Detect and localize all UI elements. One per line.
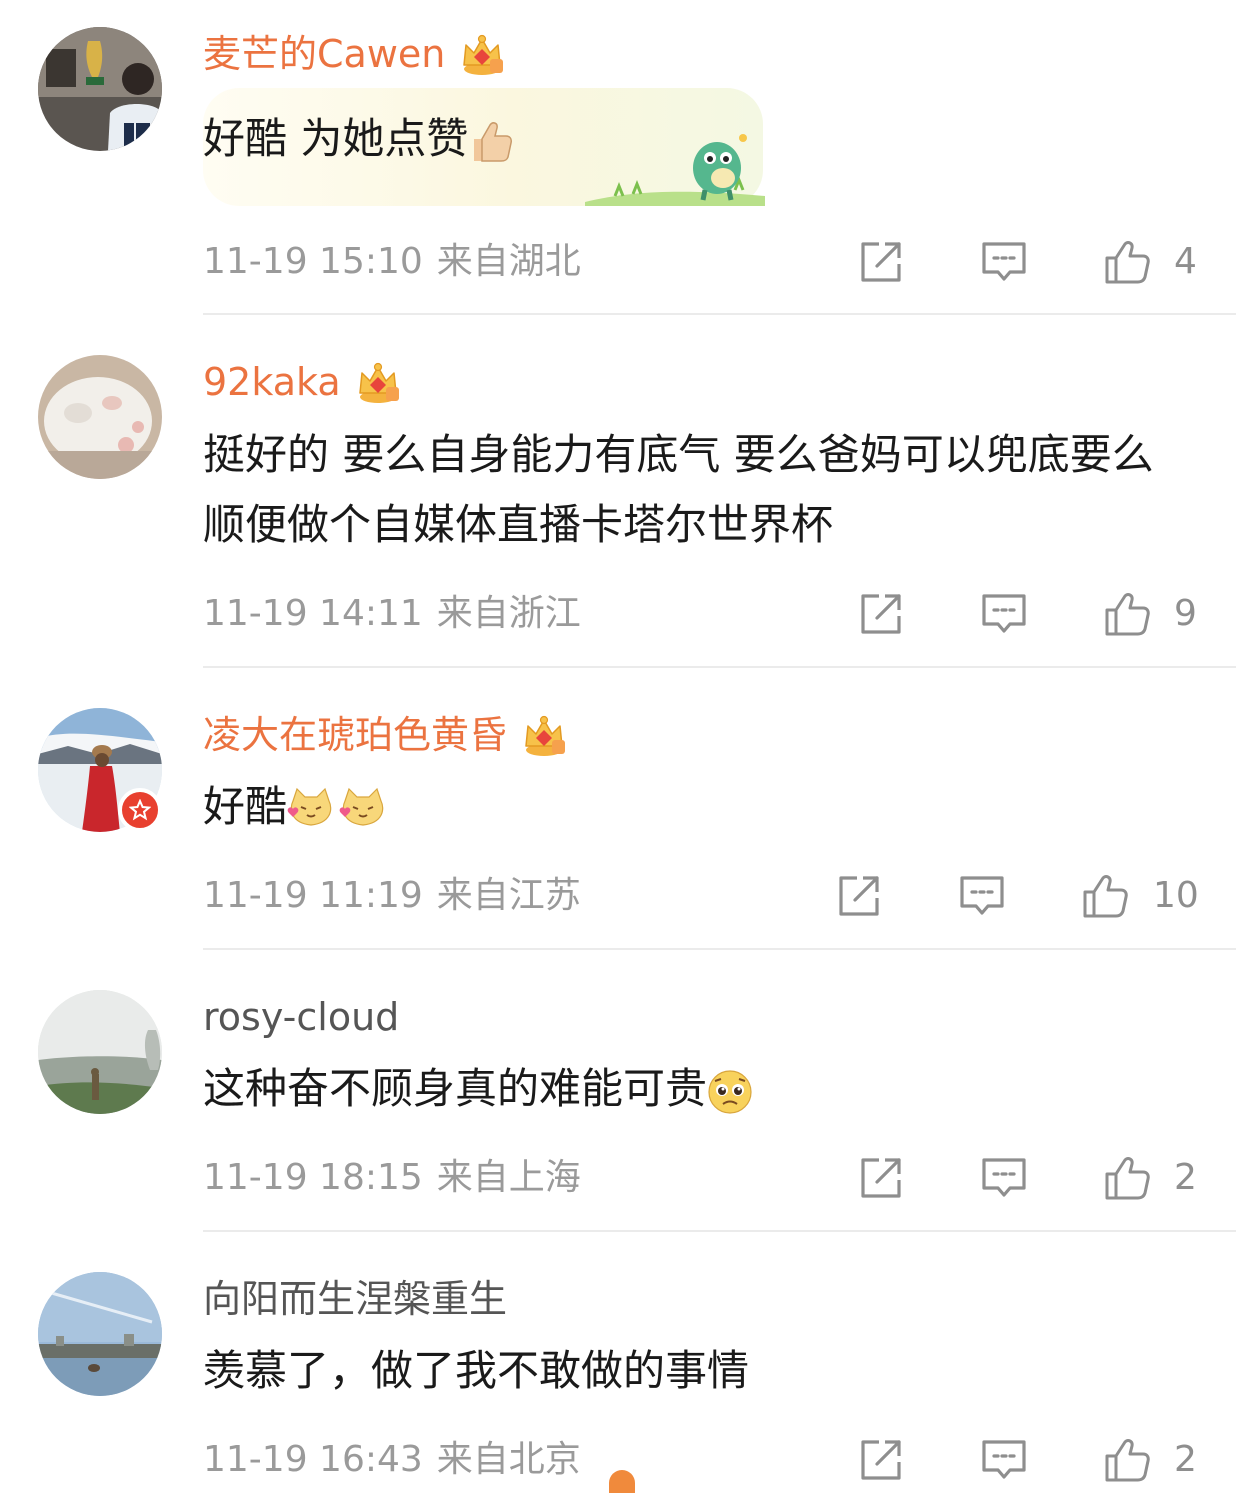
username[interactable]: 麦芒的Cawen (203, 27, 445, 81)
comment-location: 来自北京 (436, 1439, 581, 1480)
comment-location: 来自江苏 (436, 875, 581, 916)
reply-comment-icon[interactable] (980, 590, 1028, 638)
repost-icon[interactable] (835, 872, 883, 920)
username[interactable]: 92kaka (203, 355, 341, 409)
repost-icon[interactable] (857, 1436, 905, 1484)
thumbs-up-emoji-icon (474, 121, 513, 162)
like-count: 2 (1174, 1439, 1197, 1480)
comment-location: 来自浙江 (436, 593, 581, 634)
comment-time: 11-19 14:11 来自浙江 (203, 593, 581, 634)
vip-crown-icon (521, 712, 567, 758)
vip-crown-icon (459, 31, 505, 77)
pleading-face-emoji-icon (708, 1069, 752, 1114)
like-count: 10 (1153, 875, 1199, 916)
comment-text: 好酷 (203, 772, 1183, 842)
divider (203, 313, 1236, 315)
comment-location: 来自湖北 (436, 241, 581, 282)
scroll-indicator (609, 1470, 635, 1493)
username[interactable]: rosy-cloud (203, 990, 399, 1044)
like-thumb-icon[interactable] (1103, 238, 1151, 286)
reply-comment-icon[interactable] (980, 1154, 1028, 1202)
comment-meta: 11-19 15:10 来自湖北 4 (0, 232, 1236, 292)
comment-meta: 11-19 18:15 来自上海 2 (0, 1148, 1236, 1208)
username-row: rosy-cloud (203, 990, 399, 1044)
username-row: 向阳而生涅槃重生 (203, 1272, 507, 1326)
comment-text: 好酷 为她点赞 (203, 104, 1183, 174)
reply-comment-icon[interactable] (980, 238, 1028, 286)
username-row: 92kaka (203, 355, 401, 409)
comment-time: 11-19 15:10 来自湖北 (203, 241, 581, 282)
comment-meta: 11-19 11:19 来自江苏 10 (0, 866, 1236, 926)
comment-location: 来自上海 (436, 1157, 581, 1198)
like-thumb-icon[interactable] (1103, 1436, 1151, 1484)
username[interactable]: 向阳而生涅槃重生 (203, 1272, 507, 1326)
like-thumb-icon[interactable] (1081, 872, 1129, 920)
repost-icon[interactable] (857, 1154, 905, 1202)
comment-time: 11-19 11:19 来自江苏 (203, 875, 581, 916)
avatar[interactable] (38, 1272, 162, 1396)
like-thumb-icon[interactable] (1103, 1154, 1151, 1202)
repost-icon[interactable] (857, 238, 905, 286)
comment-text: 挺好的 要么自身能力有底气 要么爸妈可以兜底要么顺便做个自媒体直播卡塔尔世界杯 (203, 430, 1154, 549)
divider (203, 948, 1236, 950)
comment-text: 羡慕了，做了我不敢做的事情 (203, 1346, 750, 1395)
like-count: 9 (1174, 593, 1197, 634)
avatar[interactable] (38, 355, 162, 479)
avatar[interactable] (38, 27, 162, 151)
avatar[interactable] (38, 990, 162, 1114)
like-count: 2 (1174, 1157, 1197, 1198)
vip-crown-icon (355, 359, 401, 405)
comment-time: 11-19 18:15 来自上海 (203, 1157, 581, 1198)
repost-icon[interactable] (857, 590, 905, 638)
comment-time: 11-19 16:43 来自北京 (203, 1439, 581, 1480)
verified-badge-icon (118, 788, 162, 832)
like-count: 4 (1174, 241, 1197, 282)
reply-comment-icon[interactable] (958, 872, 1006, 920)
comment-text: 这种奋不顾身真的难能可贵 (203, 1054, 1183, 1124)
username-row: 麦芒的Cawen (203, 27, 505, 81)
cat-hearts-emoji-icon (287, 787, 384, 826)
comment-meta: 11-19 14:11 来自浙江 9 (0, 584, 1236, 644)
username-row: 凌大在琥珀色黄昏 (203, 708, 567, 762)
username[interactable]: 凌大在琥珀色黄昏 (203, 708, 507, 762)
divider (203, 666, 1236, 668)
divider (203, 1230, 1236, 1232)
like-thumb-icon[interactable] (1103, 590, 1151, 638)
reply-comment-icon[interactable] (980, 1436, 1028, 1484)
